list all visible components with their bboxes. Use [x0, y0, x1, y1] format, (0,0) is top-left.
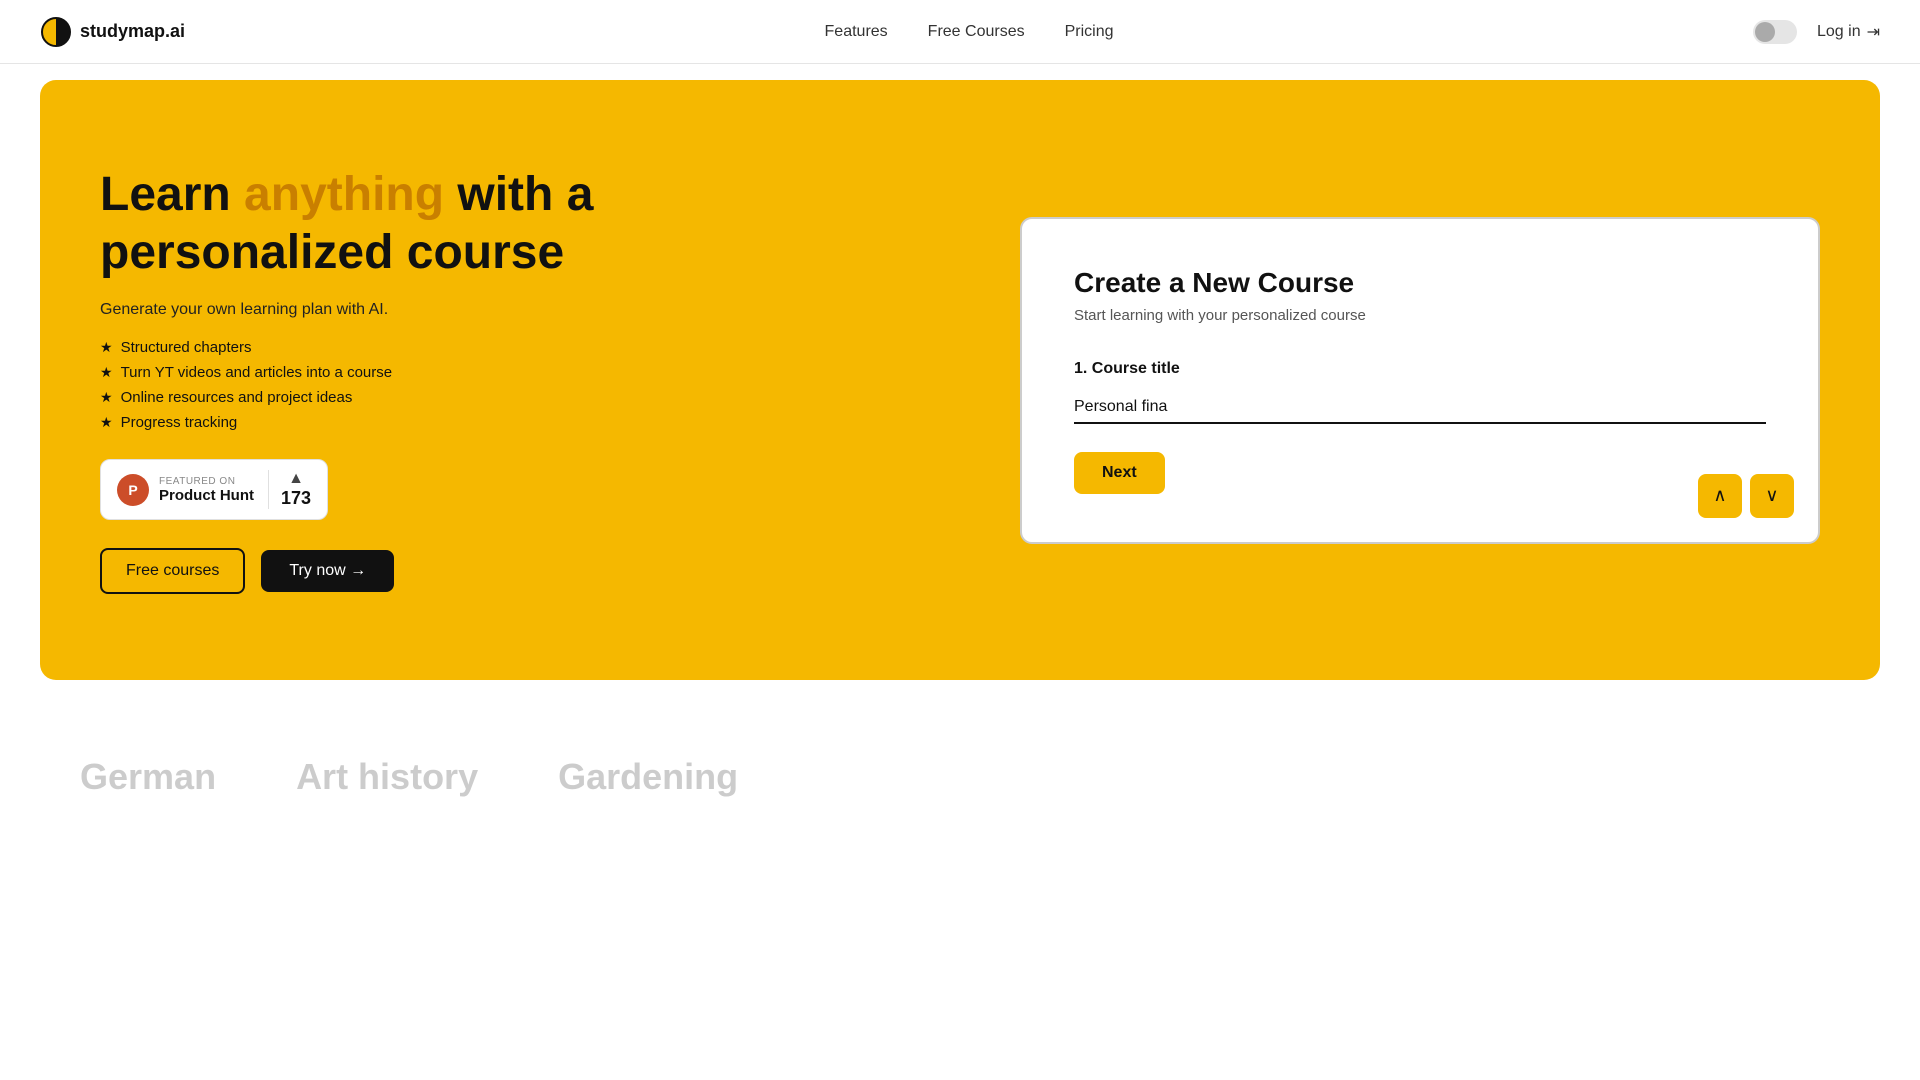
card-nav-down[interactable]: ∨ — [1750, 474, 1794, 518]
navbar-center: Features Free Courses Pricing — [825, 23, 1114, 41]
bottom-course-gardening: Gardening — [558, 756, 738, 798]
field-label: 1. Course title — [1074, 360, 1766, 378]
toggle-track[interactable] — [1753, 20, 1797, 44]
ph-featured-label: FEATURED ON — [159, 476, 254, 487]
product-hunt-text: FEATURED ON Product Hunt — [159, 476, 254, 504]
navbar: studymap.ai Features Free Courses Pricin… — [0, 0, 1920, 64]
feature-1: ★Structured chapters — [100, 339, 600, 356]
login-label: Log in — [1817, 23, 1861, 41]
card-nav-up[interactable]: ∧ — [1698, 474, 1742, 518]
next-button[interactable]: Next — [1074, 452, 1165, 494]
logo-text: studymap.ai — [80, 21, 185, 42]
login-icon: ⇥ — [1867, 22, 1880, 42]
bottom-course-title-german: German — [80, 756, 216, 798]
hero-buttons: Free courses Try now → — [100, 548, 600, 594]
ph-arrow-icon: ▲ — [288, 470, 304, 488]
product-hunt-logo: P — [117, 474, 149, 506]
nav-pricing[interactable]: Pricing — [1065, 23, 1114, 41]
brand: studymap.ai — [40, 16, 185, 48]
star-icon-3: ★ — [100, 389, 113, 406]
hero-section: Learn anything with a personalized cours… — [40, 80, 1880, 680]
star-icon-1: ★ — [100, 339, 113, 356]
nav-free-courses[interactable]: Free Courses — [928, 23, 1025, 41]
bottom-course-title-art: Art history — [296, 756, 478, 798]
ph-count: 173 — [281, 488, 311, 509]
heading-highlight: anything — [244, 168, 444, 221]
bottom-course-title-gardening: Gardening — [558, 756, 738, 798]
nav-features[interactable]: Features — [825, 23, 888, 41]
hero-features: ★Structured chapters ★Turn YT videos and… — [100, 339, 600, 431]
logo-icon — [40, 16, 72, 48]
product-hunt-badge[interactable]: P FEATURED ON Product Hunt ▲ 173 — [100, 459, 328, 520]
bottom-course-german: German — [80, 756, 216, 798]
ph-name: Product Hunt — [159, 487, 254, 504]
star-icon-4: ★ — [100, 414, 113, 431]
hero-right: Create a New Course Start learning with … — [1020, 217, 1820, 544]
card-subtitle: Start learning with your personalized co… — [1074, 307, 1766, 324]
card-title: Create a New Course — [1074, 267, 1766, 299]
product-hunt-score: ▲ 173 — [268, 470, 311, 509]
theme-toggle[interactable] — [1753, 20, 1797, 44]
feature-4: ★Progress tracking — [100, 414, 600, 431]
free-courses-button[interactable]: Free courses — [100, 548, 245, 594]
feature-3: ★Online resources and project ideas — [100, 389, 600, 406]
card-navigation: ∧ ∨ — [1698, 474, 1794, 518]
star-icon-2: ★ — [100, 364, 113, 381]
bottom-course-art: Art history — [296, 756, 478, 798]
toggle-knob — [1755, 22, 1775, 42]
heading-start: Learn — [100, 168, 244, 221]
login-button[interactable]: Log in ⇥ — [1817, 22, 1880, 42]
course-title-input[interactable] — [1074, 392, 1766, 424]
hero-subtext: Generate your own learning plan with AI. — [100, 301, 600, 319]
try-now-button[interactable]: Try now → — [261, 550, 394, 592]
hero-heading: Learn anything with a personalized cours… — [100, 166, 600, 281]
navbar-right: Log in ⇥ — [1753, 20, 1880, 44]
bottom-courses-section: German Art history Gardening — [0, 696, 1920, 798]
hero-left: Learn anything with a personalized cours… — [100, 166, 600, 594]
course-card: Create a New Course Start learning with … — [1020, 217, 1820, 544]
feature-2: ★Turn YT videos and articles into a cour… — [100, 364, 600, 381]
